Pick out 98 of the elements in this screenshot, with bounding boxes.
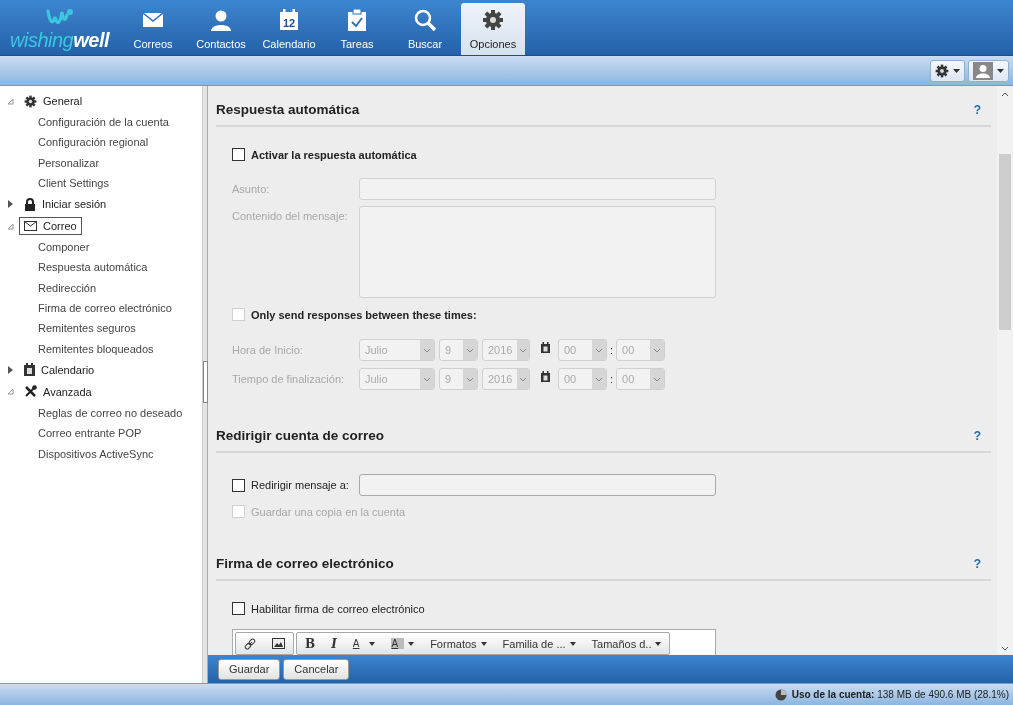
chevron-down-icon [595, 347, 603, 353]
help-link[interactable]: ? [973, 556, 981, 571]
collapse-arrow-icon[interactable] [7, 388, 14, 396]
footer-button[interactable]: Cancelar [283, 658, 350, 680]
scrollbar[interactable] [997, 86, 1013, 655]
checkbox-label: Guardar una copia en la cuenta [251, 505, 406, 518]
image-icon [272, 638, 285, 649]
field-label: Hora de Inicio: [232, 344, 304, 356]
text-color-button[interactable]: A [344, 633, 384, 654]
tree-item[interactable]: Personalizar [0, 152, 202, 173]
nav-tab[interactable]: Buscar [391, 0, 459, 55]
link-icon [244, 637, 256, 650]
nav-tab[interactable]: Opciones [461, 3, 525, 55]
checkbox[interactable] [232, 148, 245, 161]
calendar-icon: 12 [279, 9, 299, 31]
tree-item[interactable]: Configuración regional [0, 132, 202, 153]
section-title: Redirigir cuenta de correo [216, 428, 385, 443]
tree-item[interactable]: Respuesta automática [0, 257, 202, 278]
tree-item[interactable]: Correo [19, 217, 82, 236]
tree-item[interactable]: Remitentes bloqueados [0, 338, 202, 359]
tree-item[interactable]: Redirección [0, 277, 202, 299]
nav-tab[interactable]: Correos [119, 0, 187, 55]
logo-text: wishingwell [10, 29, 109, 51]
chevron-down-icon [423, 347, 431, 353]
gear-icon [24, 94, 37, 108]
tree-item[interactable]: Iniciar sesión [19, 194, 112, 214]
checkbox-label: Redirigir mensaje a: [251, 479, 349, 491]
checkbox[interactable] [232, 478, 245, 492]
checkbox[interactable] [232, 602, 245, 615]
scrollbar-thumb[interactable] [999, 154, 1011, 330]
chevron-down-icon [466, 376, 474, 382]
caret-icon [997, 68, 1004, 73]
tree-item[interactable]: Dispositivos ActiveSync [0, 443, 202, 464]
tree-item[interactable]: Client Settings [0, 172, 202, 194]
tree-item[interactable]: Calendario [19, 360, 100, 380]
format-dropdown[interactable]: Familia de ... [494, 633, 584, 654]
settings-menu-button[interactable] [930, 59, 965, 82]
tree-item[interactable]: Componer [0, 237, 202, 258]
format-dropdown[interactable]: Formatos [422, 633, 495, 654]
settings-icon [935, 63, 949, 78]
calendar-icon [24, 363, 35, 377]
search-icon [414, 9, 436, 31]
bold-button[interactable]: B [297, 633, 324, 654]
chevron-down-icon [653, 347, 662, 353]
chevron-down-icon [653, 376, 662, 382]
section-title: Respuesta automática [216, 102, 360, 117]
field-label: Tiempo de finalización: [232, 373, 346, 385]
envelope-icon [142, 11, 164, 29]
chevron-down-icon [595, 376, 603, 382]
tree-item[interactable]: Avanzada [19, 382, 97, 402]
time-separator: : [610, 344, 614, 356]
nav-tab[interactable]: Tareas [323, 0, 391, 55]
tree-item[interactable]: Correo entrante POP [0, 423, 202, 444]
chevron-down-icon [519, 347, 528, 353]
chevron-down-icon [466, 347, 474, 353]
settings-icon [482, 9, 504, 31]
caret-icon [953, 68, 960, 73]
account-usage-text: Uso de la cuenta: 138 MB de 490.6 MB (28.1%) [791, 689, 1009, 700]
scroll-up-icon [1001, 92, 1009, 97]
help-link[interactable]: ? [973, 428, 981, 443]
clipboard-check-icon [347, 9, 367, 31]
signature-editor[interactable]: B I A A Formatos Familia de ... Tamaños d.. [232, 629, 716, 655]
format-dropdown[interactable]: Tamaños d.. [583, 633, 670, 654]
collapse-arrow-icon[interactable] [7, 97, 14, 105]
user-icon [976, 63, 990, 78]
field-label: Asunto: [232, 183, 271, 195]
chevron-down-icon [423, 376, 431, 382]
section-title: Firma de correo electrónico [216, 556, 394, 571]
calendar-picker-icon [540, 370, 550, 382]
collapse-arrow-icon[interactable] [7, 222, 14, 230]
nav-tab[interactable]: Contactos [187, 0, 255, 55]
time-separator: : [610, 373, 614, 385]
help-link[interactable]: ? [973, 102, 981, 117]
tree-item[interactable]: Configuración de la cuenta [0, 112, 202, 133]
person-icon [210, 9, 232, 31]
highlight-button[interactable]: A [383, 633, 423, 654]
calendar-picker-icon [540, 341, 550, 353]
tools-icon [24, 385, 37, 399]
checkbox-label: Activar la respuesta automática [251, 148, 417, 161]
checkbox-label: Only send responses between these times: [251, 308, 477, 321]
envelope-icon [24, 221, 37, 232]
tree-item[interactable]: General [19, 91, 88, 111]
nav-tab[interactable]: 12 Calendario [255, 0, 323, 55]
input-field[interactable] [359, 474, 716, 496]
tree-item[interactable]: Reglas de correo no deseado [0, 402, 202, 424]
italic-button[interactable]: I [323, 633, 345, 654]
scroll-down-icon [1001, 646, 1009, 651]
pie-chart-icon [774, 688, 787, 701]
tree-item[interactable]: Firma de correo electrónico [0, 298, 202, 319]
checkbox-label: Habilitar firma de correo electrónico [251, 602, 425, 615]
footer-button[interactable]: Guardar [218, 658, 281, 680]
splitter-handle[interactable] [203, 86, 208, 683]
expand-arrow-icon[interactable] [7, 200, 14, 209]
lock-icon [24, 197, 36, 211]
chevron-down-icon [519, 376, 528, 382]
expand-arrow-icon[interactable] [7, 365, 14, 374]
field-label: Contenido del mensaje: [232, 209, 349, 222]
tree-item[interactable]: Remitentes seguros [0, 318, 202, 339]
